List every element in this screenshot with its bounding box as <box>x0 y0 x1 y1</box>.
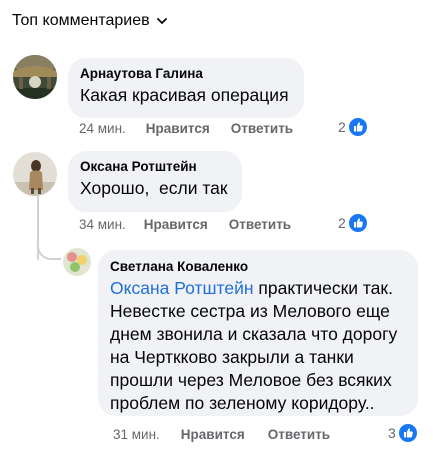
reply-button[interactable]: Ответить <box>268 427 330 442</box>
reaction-count[interactable]: 3 <box>388 424 417 442</box>
chevron-down-icon <box>156 18 167 24</box>
comment-actions: 24 мин. Нравится Ответить <box>79 121 293 136</box>
sort-label: Топ комментариев <box>12 12 150 29</box>
avatar-image <box>13 152 57 196</box>
mention-link[interactable]: Оксана Ротштейн <box>110 278 254 298</box>
comment-text-line: на Черткково закрыли а танки <box>110 347 354 367</box>
like-icon <box>348 214 367 232</box>
comment-bubble: Светлана Коваленко Оксана Ротштейн практ… <box>98 250 418 416</box>
comment-actions: 34 мин. Нравится Ответить <box>79 217 291 232</box>
comment-author[interactable]: Арнаутова Галина <box>80 66 292 81</box>
reply-button[interactable]: Ответить <box>229 217 291 232</box>
reaction-count-value: 2 <box>338 215 346 231</box>
comment-timestamp[interactable]: 34 мин. <box>79 217 126 232</box>
comment-timestamp[interactable]: 31 мин. <box>113 427 160 442</box>
like-icon <box>398 424 417 442</box>
reaction-count[interactable]: 2 <box>338 118 367 136</box>
comment-text-line: Невестке сестра из Мелового еще <box>110 301 390 321</box>
comment-text-line: прошли через Меловое без всяких <box>110 370 392 390</box>
comment-text-part: практически так. <box>253 278 393 298</box>
comment-bubble: Арнаутова Галина Какая красивая операция <box>68 58 304 118</box>
comment-author[interactable]: Оксана Ротштейн <box>80 159 230 174</box>
avatar-image <box>13 55 57 99</box>
comment-author[interactable]: Светлана Коваленко <box>110 259 406 274</box>
comment-actions: 31 мин. Нравится Ответить <box>113 427 330 442</box>
avatar-image <box>63 248 91 276</box>
reaction-count-value: 2 <box>338 119 346 135</box>
comment-text: Хорошо, если так <box>80 178 228 198</box>
reply-button[interactable]: Ответить <box>231 121 293 136</box>
like-button[interactable]: Нравится <box>146 121 210 136</box>
like-icon <box>348 118 367 136</box>
avatar[interactable] <box>13 55 57 99</box>
like-button[interactable]: Нравится <box>144 217 208 232</box>
reaction-count-value: 3 <box>388 425 396 441</box>
comment-sort-dropdown[interactable]: Топ комментариев <box>12 12 168 30</box>
comment-text: Оксана Ротштейн практически так. Невестк… <box>110 277 406 415</box>
comments-section: Топ комментариев Арнаутова Галина Какая … <box>0 0 433 450</box>
comment-text: Какая красивая операция <box>80 85 289 105</box>
avatar[interactable] <box>63 248 91 276</box>
comment-timestamp[interactable]: 24 мин. <box>79 121 126 136</box>
like-button[interactable]: Нравится <box>181 427 245 442</box>
avatar[interactable] <box>13 152 57 196</box>
comment-bubble: Оксана Ротштейн Хорошо, если так <box>68 151 242 212</box>
reaction-count[interactable]: 2 <box>338 214 367 232</box>
comment-text-line: днем звонила и сказала что дорогу <box>110 324 398 344</box>
thread-line-branch <box>37 236 61 260</box>
comment-text-line: проблем по зеленому коридору.. <box>110 393 375 413</box>
